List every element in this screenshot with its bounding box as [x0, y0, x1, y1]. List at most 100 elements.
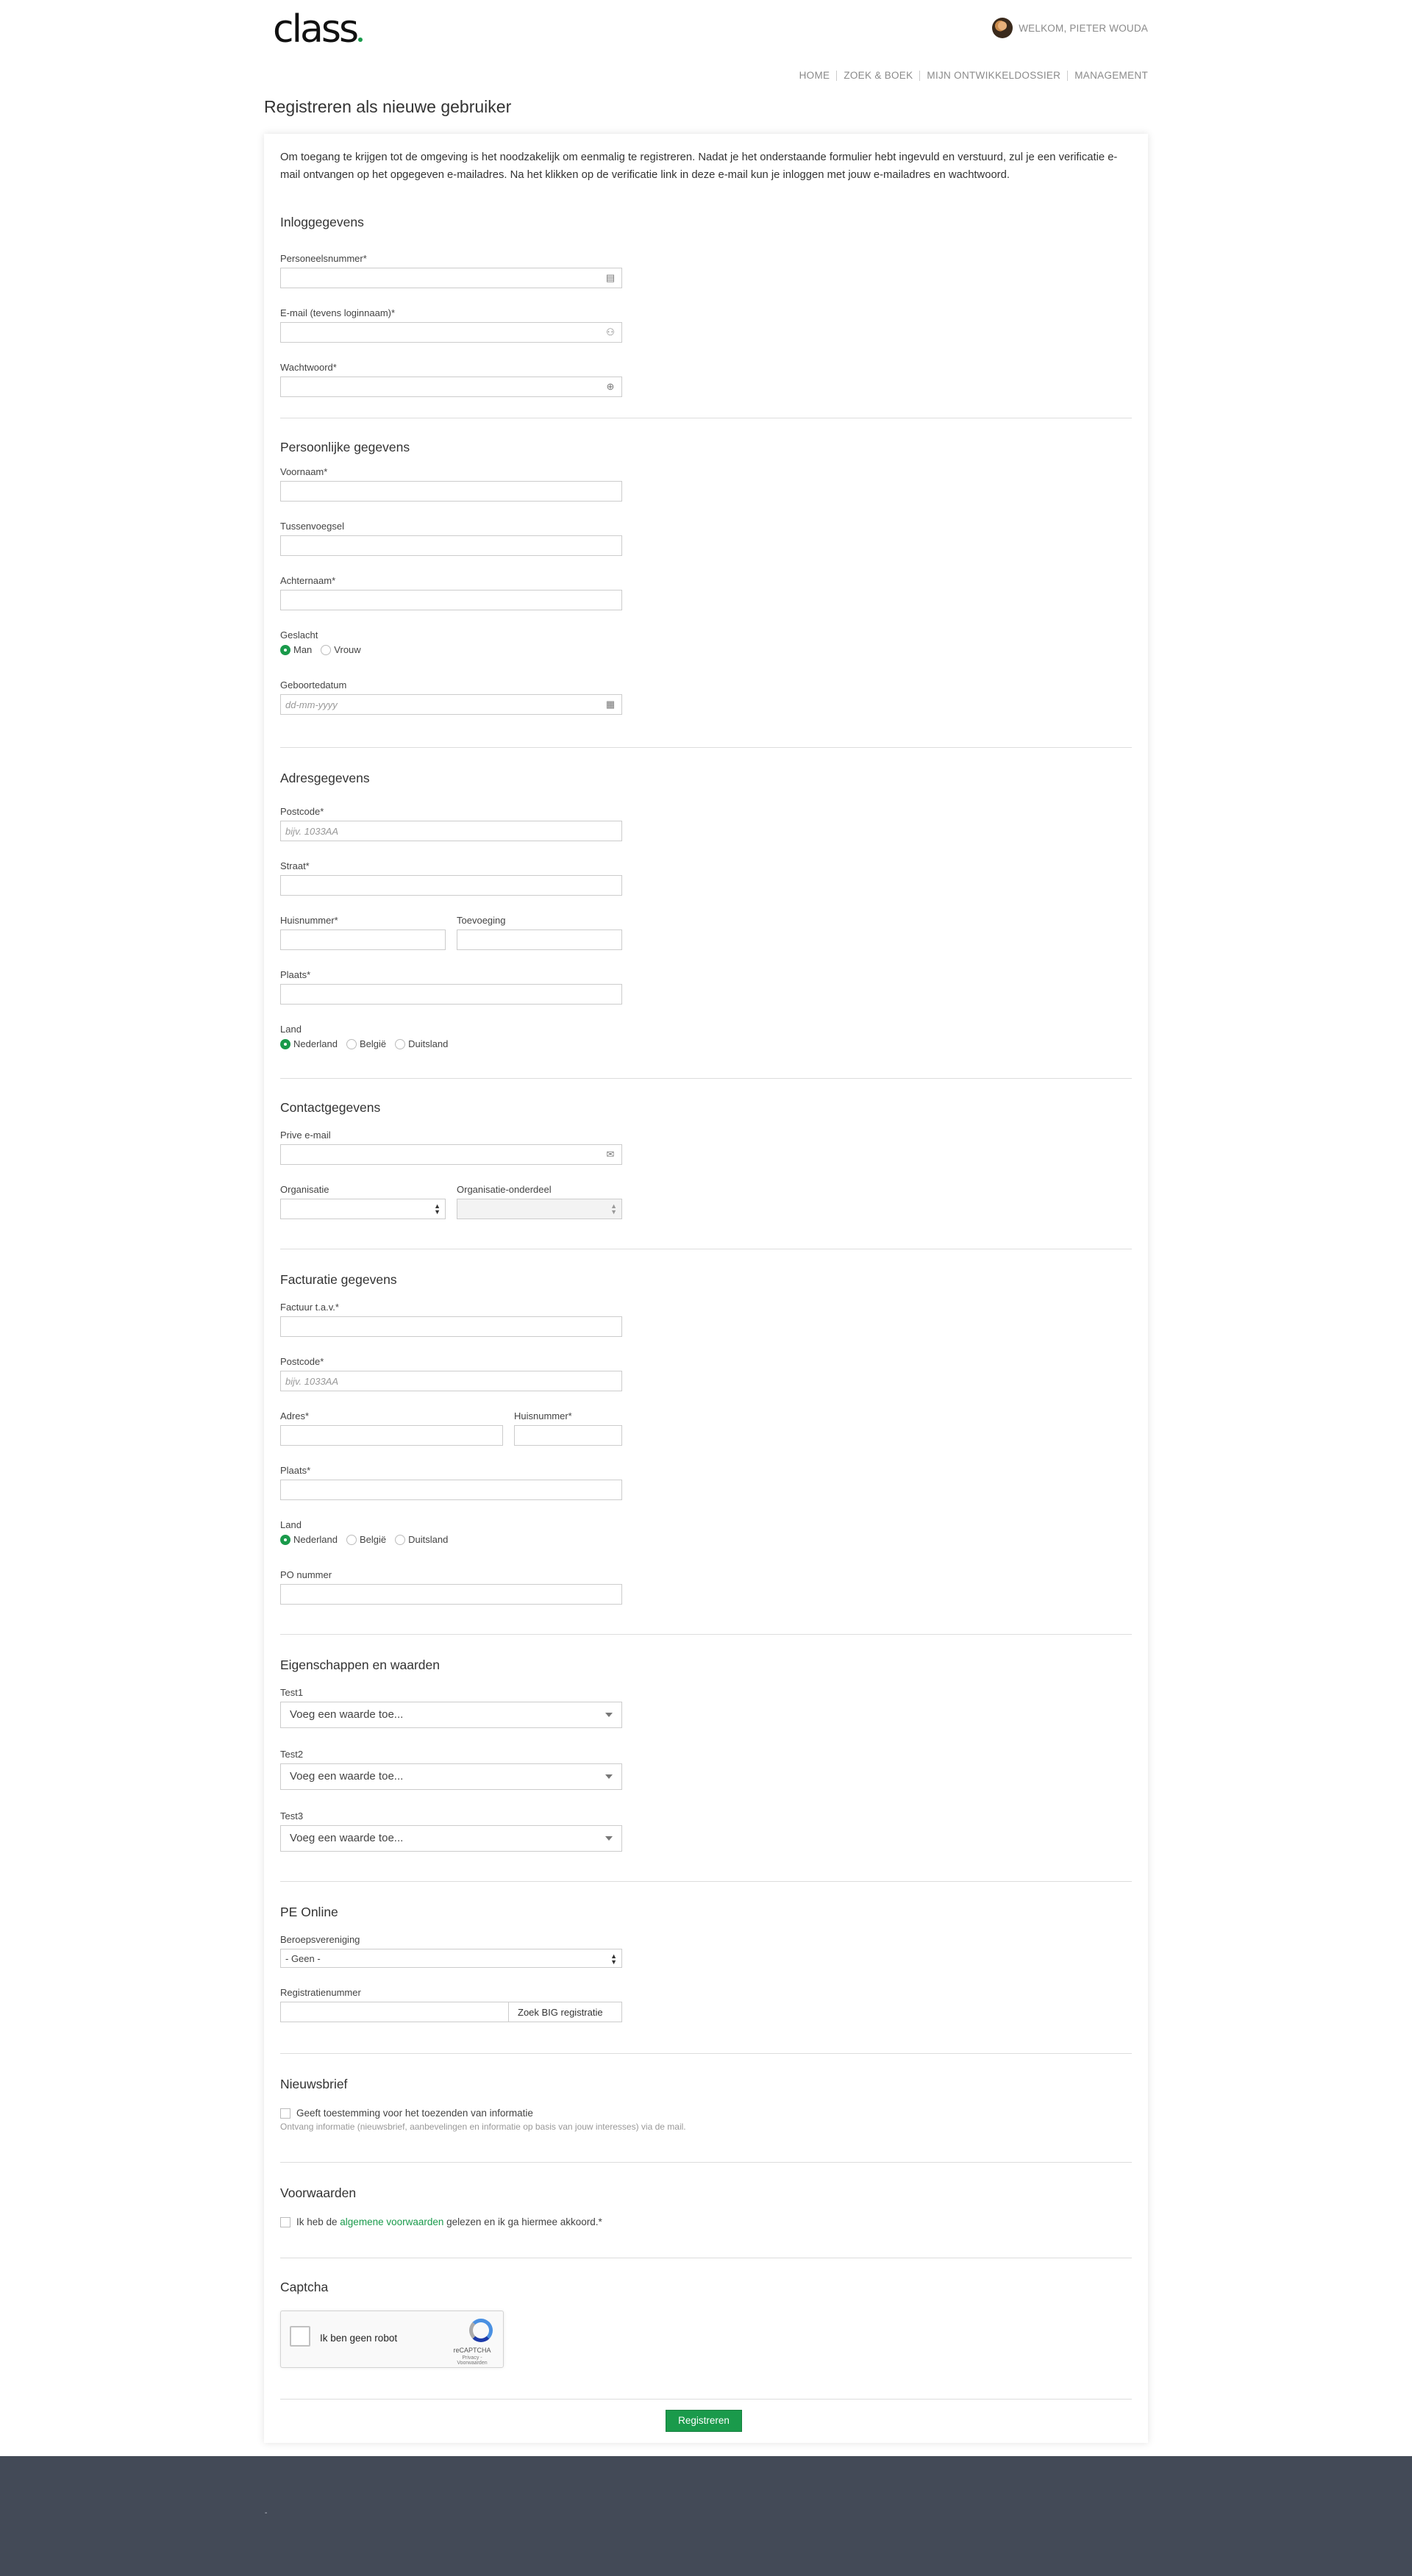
field-label: Voornaam*: [280, 466, 328, 477]
logo-dot: [358, 38, 363, 42]
addition-field: Toevoeging: [457, 915, 622, 950]
field-label: Straat*: [280, 860, 310, 871]
property-test3-field: Test3 Voeg een waarde toe...: [280, 1810, 622, 1852]
checkbox-label: Ik heb de algemene voorwaarden gelezen e…: [296, 2216, 602, 2227]
property-test3-select[interactable]: Voeg een waarde toe...: [280, 1825, 622, 1852]
envelope-icon: ✉: [606, 1149, 615, 1160]
section-heading: Voorwaarden: [280, 2186, 357, 2200]
po-number-input[interactable]: [280, 1584, 622, 1605]
chevron-down-icon: [605, 1713, 613, 1717]
billing-attn-input[interactable]: [280, 1316, 622, 1337]
organisation-select[interactable]: ▲ ▼: [280, 1199, 446, 1219]
registration-number-input[interactable]: [280, 2002, 509, 2022]
personnel-number-input[interactable]: ▤: [280, 268, 622, 288]
field-label: Plaats*: [280, 1465, 311, 1476]
middlename-field: Tussenvoegsel: [280, 521, 622, 556]
nav-management[interactable]: MANAGEMENT: [1067, 71, 1148, 81]
logo[interactable]: class: [273, 10, 363, 49]
main-nav: HOME ZOEK & BOEK MIJN ONTWIKKELDOSSIER M…: [793, 71, 1148, 81]
chevron-down-icon: [605, 1774, 613, 1779]
firstname-input[interactable]: [280, 481, 622, 502]
postcode-placeholder: bijv. 1033AA: [285, 826, 339, 837]
po-number-field: PO nummer: [280, 1569, 622, 1605]
property-test1-select[interactable]: Voeg een waarde toe...: [280, 1702, 622, 1728]
section-newsletter: Nieuwsbrief Geeft toestemming voor het t…: [280, 2077, 1132, 2132]
billing-number-input[interactable]: [514, 1425, 622, 1446]
field-label: Huisnummer*: [514, 1410, 572, 1421]
billing-country-nl-radio[interactable]: [280, 1534, 290, 1545]
radio-label: Duitsland: [408, 1534, 449, 1545]
field-label: Land: [280, 1519, 302, 1530]
welcome-text: WELKOM, PIETER WOUDA: [1019, 22, 1148, 34]
recaptcha-widget: Ik ben geen robot reCAPTCHA Privacy - Vo…: [280, 2311, 504, 2368]
nav-ontwikkeldossier[interactable]: MIJN ONTWIKKELDOSSIER: [919, 71, 1067, 81]
user-menu[interactable]: WELKOM, PIETER WOUDA: [992, 18, 1148, 38]
lastname-input[interactable]: [280, 590, 622, 610]
dob-input[interactable]: dd-mm-yyyy ▦: [280, 694, 622, 715]
section-pe-online: PE Online Beroepsvereniging - Geen - ▲ ▼ R…: [280, 1905, 1132, 2022]
field-label: Factuur t.a.v.*: [280, 1302, 339, 1313]
nav-zoek-boek[interactable]: ZOEK & BOEK: [836, 71, 919, 81]
dob-placeholder: dd-mm-yyyy: [285, 699, 338, 710]
association-field: Beroepsvereniging - Geen - ▲ ▼: [280, 1934, 622, 1968]
nav-home[interactable]: HOME: [793, 71, 837, 81]
country-nl-radio[interactable]: [280, 1038, 290, 1049]
property-test2-field: Test2 Voeg een waarde toe...: [280, 1749, 622, 1790]
calendar-icon[interactable]: ▦: [605, 699, 616, 710]
billing-city-field: Plaats*: [280, 1465, 622, 1500]
billing-postcode-input[interactable]: bijv. 1033AA: [280, 1371, 622, 1391]
password-field: Wachtwoord* ⊕: [280, 362, 622, 397]
recaptcha-checkbox[interactable]: [290, 2326, 310, 2347]
divider: [280, 2053, 1132, 2054]
field-label: Personeelsnummer*: [280, 253, 367, 264]
field-label: Geslacht: [280, 629, 318, 641]
terms-link[interactable]: algemene voorwaarden: [340, 2216, 443, 2227]
gender-male-radio[interactable]: [280, 644, 290, 655]
recaptcha-links[interactable]: Privacy - Voorwaarden: [450, 2355, 494, 2366]
chevron-down-icon: [605, 1836, 613, 1841]
billing-city-input[interactable]: [280, 1480, 622, 1500]
section-heading: Adresgegevens: [280, 771, 370, 785]
intro-text: Om toegang te krijgen tot de omgeving is…: [280, 151, 1118, 181]
field-label: Organisatie-onderdeel: [457, 1184, 552, 1195]
housenumber-input[interactable]: [280, 930, 446, 950]
password-input[interactable]: ⊕: [280, 377, 622, 397]
private-email-field: Prive e-mail ✉: [280, 1130, 622, 1165]
country-be-radio[interactable]: [346, 1038, 357, 1049]
billing-country-be-radio[interactable]: [346, 1534, 357, 1545]
city-input[interactable]: [280, 984, 622, 1005]
field-label: Plaats*: [280, 969, 311, 980]
billing-country-de-radio[interactable]: [395, 1534, 406, 1545]
country-de-radio[interactable]: [395, 1038, 406, 1049]
radio-label: Nederland: [293, 1534, 338, 1545]
field-label: Registratienummer: [280, 1987, 361, 1998]
field-label: Adres*: [280, 1410, 310, 1421]
housenumber-field: Huisnummer*: [280, 915, 446, 950]
terms-text-pre: Ik heb de: [296, 2216, 340, 2227]
firstname-field: Voornaam*: [280, 466, 622, 502]
newsletter-checkbox[interactable]: [280, 2108, 290, 2119]
register-button[interactable]: Registreren: [666, 2410, 742, 2432]
property-test2-select[interactable]: Voeg een waarde toe...: [280, 1763, 622, 1790]
terms-checkbox[interactable]: [280, 2216, 290, 2227]
radio-label: Duitsland: [408, 1038, 449, 1049]
property-test1-field: Test1 Voeg een waarde toe...: [280, 1687, 622, 1728]
orgunit-select[interactable]: ▲ ▼: [457, 1199, 622, 1219]
association-select[interactable]: - Geen - ▲ ▼: [280, 1949, 622, 1968]
search-big-button[interactable]: Zoek BIG registratie: [509, 2002, 622, 2022]
postcode-input[interactable]: bijv. 1033AA: [280, 821, 622, 841]
divider: [280, 747, 1132, 748]
addition-input[interactable]: [457, 930, 622, 950]
field-label: Prive e-mail: [280, 1130, 331, 1141]
billing-number-field: Huisnummer*: [514, 1410, 622, 1446]
help-text: Ontvang informatie (nieuwsbrief, aanbeve…: [280, 2122, 686, 2132]
email-input[interactable]: ⚇: [280, 322, 622, 343]
avatar: [992, 18, 1013, 38]
middlename-input[interactable]: [280, 535, 622, 556]
orgunit-field: Organisatie-onderdeel ▲ ▼: [457, 1184, 622, 1219]
street-input[interactable]: [280, 875, 622, 896]
billing-address-input[interactable]: [280, 1425, 503, 1446]
gender-female-radio[interactable]: [321, 644, 332, 655]
section-login: Inloggegevens Personeelsnummer* ▤ E-mail…: [280, 215, 1132, 397]
private-email-input[interactable]: ✉: [280, 1144, 622, 1165]
